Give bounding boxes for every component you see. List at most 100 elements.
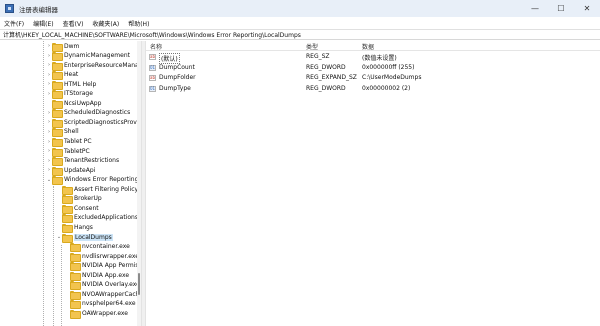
column-header-name[interactable]: 名称 — [150, 42, 162, 51]
folder-icon — [62, 214, 73, 224]
value-row[interactable]: ab DumpFolder REG_EXPAND_SZ C:\UserModeDump… — [146, 73, 600, 83]
tree-item-label: TabletPC — [64, 147, 90, 155]
folder-icon — [52, 109, 63, 119]
window-title: 注册表编辑器 — [19, 5, 58, 14]
menu-edit[interactable]: 编辑(E) — [33, 19, 53, 28]
menu-view[interactable]: 查看(V) — [63, 19, 84, 28]
folder-icon — [52, 90, 63, 100]
tree-item[interactable]: › HTML Help — [46, 79, 97, 90]
folder-icon — [62, 195, 73, 205]
window-controls: — ☐ ✕ — [522, 0, 600, 17]
tree-item-label: TenantRestrictions — [64, 157, 120, 165]
tree-item-label: HTML Help — [64, 80, 97, 88]
tree-item[interactable]: › Heat — [46, 70, 79, 81]
tree-item[interactable]: ⌄ Windows Error Reporting — [46, 175, 139, 186]
tree-item[interactable]: ⌄ LocalDumps — [56, 232, 113, 243]
folder-icon — [52, 147, 63, 157]
folder-icon — [70, 271, 81, 281]
tree-item-label: NVIDIA Overlay.exe — [82, 281, 140, 289]
tree-item[interactable]: Hangs — [56, 222, 93, 233]
value-row[interactable]: ab (默认) REG_SZ (数值未设置) — [146, 52, 600, 64]
tree-item[interactable]: › ScheduledDiagnostics — [46, 108, 131, 119]
tree-item-label: Windows Error Reporting — [64, 176, 139, 184]
string-value-icon: ab — [149, 75, 156, 81]
value-row[interactable]: 01 DumpCount REG_DWORD 0x000000ff (255) — [146, 63, 600, 73]
folder-icon — [52, 157, 63, 167]
column-header-type[interactable]: 类型 — [306, 42, 318, 51]
menu-file[interactable]: 文件(F) — [4, 19, 24, 28]
tree-item-label: EnterpriseResourceManage — [64, 61, 140, 69]
address-bar[interactable]: 计算机\HKEY_LOCAL_MACHINE\SOFTWARE\Microsof… — [0, 29, 600, 40]
tree-item[interactable]: ExcludedApplications — [56, 213, 138, 224]
folder-icon — [52, 99, 63, 109]
tree-item[interactable]: NVOAWrapperCache.e — [64, 289, 140, 300]
tree-item[interactable]: › TenantRestrictions — [46, 156, 120, 167]
tree-item[interactable]: › ITStorage — [46, 89, 93, 100]
tree-item[interactable]: › EnterpriseResourceManage — [46, 60, 140, 71]
tree-item-label: NVIDIA App Permissic — [82, 262, 140, 270]
tree-item[interactable]: OAWrapper.exe — [64, 308, 128, 319]
value-type: REG_SZ — [306, 53, 330, 60]
close-button[interactable]: ✕ — [574, 0, 600, 17]
folder-icon — [70, 300, 81, 310]
folder-icon — [52, 118, 63, 128]
value-type: REG_DWORD — [306, 63, 346, 71]
tree-item[interactable]: nvcontainer.exe — [64, 242, 130, 253]
folder-icon — [52, 176, 63, 186]
tree-item-label: Hangs — [74, 223, 93, 231]
tree-item-label: Dwm — [64, 42, 80, 50]
maximize-button[interactable]: ☐ — [548, 0, 574, 17]
tree-item[interactable]: › Shell — [46, 127, 79, 138]
registry-key-tree: › Dwm › DynamicManagement › EnterpriseResourc… — [0, 41, 140, 326]
tree-item[interactable]: › ScriptedDiagnosticsProvide — [46, 117, 140, 128]
tree-item-label: Heat — [64, 71, 79, 79]
folder-icon — [70, 252, 81, 262]
tree-item-label: Shell — [64, 128, 79, 136]
value-data: (数值未设置) — [362, 55, 397, 62]
tree-item[interactable]: NVIDIA App.exe — [64, 270, 129, 281]
tree-item[interactable]: NVIDIA Overlay.exe — [64, 280, 140, 291]
tree-item[interactable]: NVIDIA App Permissic — [64, 261, 140, 272]
menu-help[interactable]: 帮助(H) — [128, 19, 149, 28]
binary-value-icon: 01 — [149, 85, 156, 92]
column-header-data[interactable]: 数据 — [362, 42, 374, 51]
folder-icon — [52, 128, 63, 138]
folder-icon — [52, 138, 63, 147]
folder-icon — [62, 185, 73, 195]
minimize-button[interactable]: — — [522, 0, 548, 17]
folder-icon — [62, 223, 73, 233]
tree-item[interactable]: Assert Filtering Policy — [56, 184, 138, 195]
folder-icon — [52, 80, 63, 90]
value-type: REG_EXPAND_SZ — [306, 74, 357, 81]
folder-icon — [62, 233, 73, 243]
tree-item[interactable]: › Tablet PC — [46, 137, 92, 147]
tree-guide-line — [43, 41, 44, 326]
tree-item[interactable]: Consent — [56, 203, 99, 214]
tree-guide-line — [61, 245, 62, 326]
tree-item-label: ScheduledDiagnostics — [64, 109, 131, 117]
folder-icon — [70, 281, 81, 291]
tree-item[interactable]: NcsiUwpApp — [46, 98, 102, 109]
tree-item[interactable]: › TabletPC — [46, 146, 90, 157]
menu-favorites[interactable]: 收藏夹(A) — [92, 19, 119, 28]
tree-item[interactable]: › Dwm — [46, 41, 80, 52]
tree-item[interactable]: nvsphelper64.exe — [64, 299, 136, 310]
tree-item-label: UpdateApi — [64, 166, 96, 174]
value-data: 0x000000ff (255) — [362, 63, 415, 71]
binary-value-icon: 01 — [149, 64, 156, 71]
tree-item-label: BrokerUp — [74, 195, 102, 203]
tree-scrollbar-thumb[interactable] — [138, 273, 140, 295]
tree-item[interactable]: nvdlisrwrapper.exe — [64, 251, 139, 262]
tree-item[interactable]: › UpdateApi — [46, 165, 96, 176]
tree-item-label: NcsiUwpApp — [64, 99, 102, 107]
value-name: DumpType — [159, 84, 191, 92]
value-type: REG_DWORD — [306, 84, 346, 92]
value-row[interactable]: 01 DumpType REG_DWORD 0x00000002 (2) — [146, 84, 600, 94]
title-bar: 注册表编辑器 — ☐ ✕ — [0, 0, 600, 17]
folder-icon — [62, 204, 73, 214]
tree-item[interactable]: › DynamicManagement — [46, 51, 130, 62]
tree-item[interactable]: BrokerUp — [56, 194, 102, 205]
tree-item-label: ScriptedDiagnosticsProvide — [64, 118, 140, 126]
folder-icon — [70, 309, 81, 319]
value-data: C:\UserModeDumps — [362, 74, 422, 81]
